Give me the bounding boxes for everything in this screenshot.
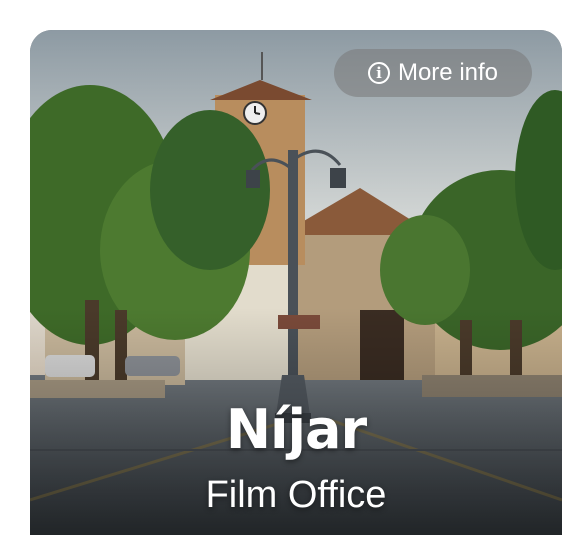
- card-title: Níjar: [225, 398, 367, 461]
- more-info-button[interactable]: i More info: [334, 49, 532, 97]
- info-icon: i: [367, 62, 390, 84]
- card-subtitle: Film Office: [205, 474, 387, 516]
- location-card[interactable]: i More info Níjar Film Office: [30, 30, 562, 535]
- more-info-label: More info: [397, 59, 499, 86]
